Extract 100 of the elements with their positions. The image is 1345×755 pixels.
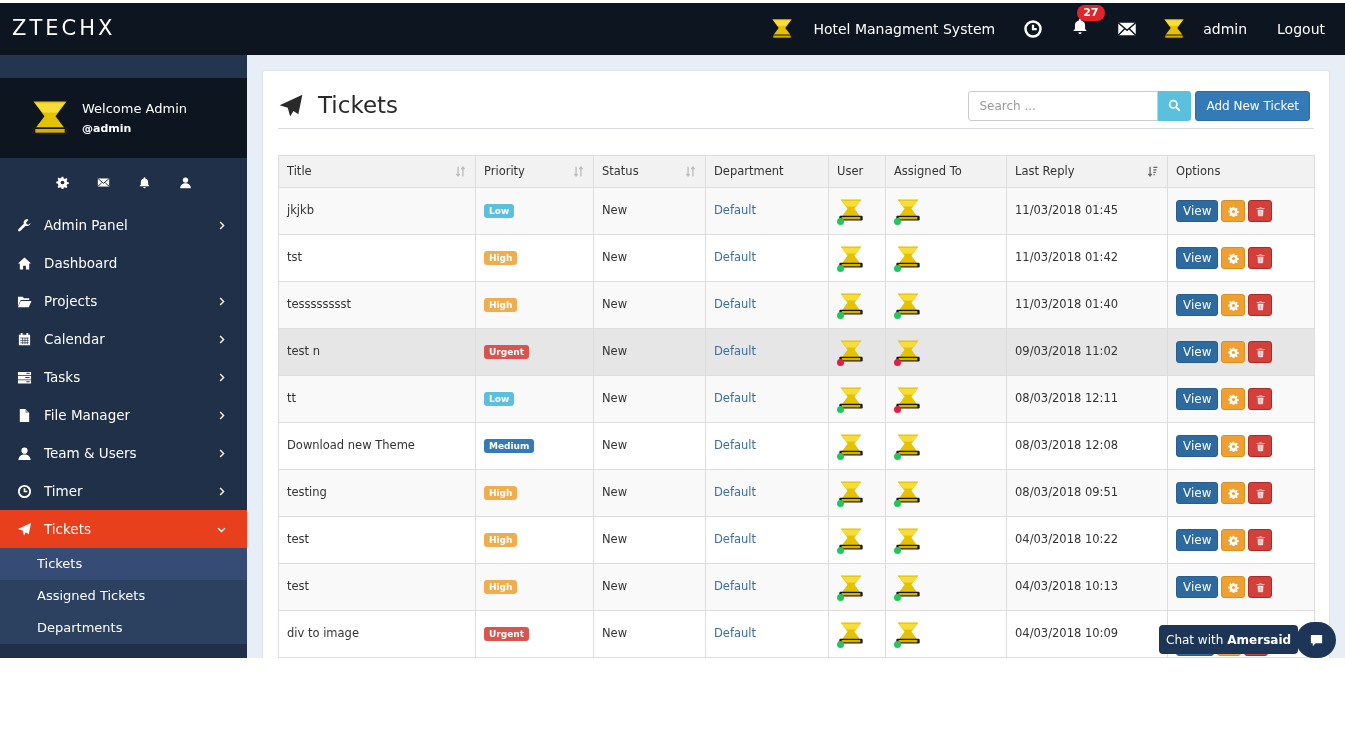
- priority-tag: High: [484, 486, 518, 501]
- welcome-text: Welcome Admin: [82, 99, 188, 118]
- table-cell: New: [602, 203, 628, 218]
- submenu-item[interactable]: Departments: [0, 612, 247, 644]
- settings-button[interactable]: [1221, 200, 1246, 222]
- settings-button[interactable]: [1221, 388, 1246, 410]
- chat-toast[interactable]: Chat with Amersaid: [1159, 625, 1299, 654]
- table-cell: tst: [287, 250, 302, 265]
- nav-item[interactable]: File Manager: [0, 396, 247, 434]
- trash-icon: [1255, 393, 1266, 405]
- nav-item[interactable]: Projects: [0, 282, 247, 320]
- department-link[interactable]: Default: [714, 391, 757, 406]
- table-cell: New: [602, 579, 628, 594]
- view-button[interactable]: View: [1176, 341, 1219, 363]
- logo-icon: [1161, 16, 1188, 42]
- bell-icon[interactable]: [137, 175, 151, 189]
- settings-button[interactable]: [1221, 482, 1246, 504]
- department-link[interactable]: Default: [714, 203, 757, 218]
- trash-icon: [1255, 205, 1266, 217]
- clock-icon[interactable]: [1023, 19, 1044, 39]
- table-cell: tesssssssst: [287, 297, 352, 312]
- table-cell: New: [602, 391, 628, 406]
- table-cell: Download new Theme: [287, 438, 415, 453]
- gear-icon: [1228, 534, 1239, 546]
- settings-icon[interactable]: [55, 175, 69, 189]
- logout-link[interactable]: Logout: [1277, 18, 1325, 40]
- column-header: User: [837, 162, 865, 180]
- department-link[interactable]: Default: [714, 579, 757, 594]
- department-link[interactable]: Default: [714, 344, 757, 359]
- department-link[interactable]: Default: [714, 438, 757, 453]
- delete-button[interactable]: [1248, 482, 1273, 504]
- delete-button[interactable]: [1248, 576, 1273, 598]
- view-button[interactable]: View: [1176, 529, 1219, 551]
- priority-tag: High: [484, 251, 518, 266]
- table-cell: 11/03/2018 01:42: [1015, 250, 1119, 265]
- delete-button[interactable]: [1248, 435, 1273, 457]
- view-button[interactable]: View: [1176, 294, 1219, 316]
- view-button[interactable]: View: [1176, 576, 1219, 598]
- view-button[interactable]: View: [1176, 482, 1219, 504]
- priority-tag: High: [484, 580, 518, 595]
- delete-button[interactable]: [1248, 200, 1273, 222]
- sort-descending-icon: [1146, 165, 1159, 178]
- department-link[interactable]: Default: [714, 485, 757, 500]
- view-button[interactable]: View: [1176, 200, 1219, 222]
- gear-icon: [1228, 393, 1239, 405]
- table-cell: 11/03/2018 01:40: [1015, 297, 1119, 312]
- notification-badge: 27: [1077, 4, 1105, 21]
- department-link[interactable]: Default: [714, 532, 757, 547]
- nav-item[interactable]: Timer: [0, 472, 247, 510]
- add-ticket-button[interactable]: Add New Ticket: [1195, 90, 1310, 121]
- user-icon[interactable]: [178, 175, 192, 189]
- table-cell: test: [287, 532, 310, 547]
- table-cell: New: [602, 532, 628, 547]
- paper-plane-icon: [278, 92, 304, 119]
- nav-item[interactable]: Tickets: [0, 510, 247, 548]
- table-cell: testing: [287, 485, 327, 500]
- nav-item[interactable]: Dashboard: [0, 244, 247, 282]
- paper-plane-icon: [17, 521, 32, 537]
- department-link[interactable]: Default: [714, 626, 757, 641]
- delete-button[interactable]: [1248, 341, 1273, 363]
- delete-button[interactable]: [1248, 529, 1273, 551]
- department-link[interactable]: Default: [714, 250, 757, 265]
- table-cell: New: [602, 626, 628, 641]
- priority-tag: High: [484, 533, 518, 548]
- table-cell: New: [602, 485, 628, 500]
- nav-item[interactable]: Team & Users: [0, 434, 247, 472]
- submenu-item[interactable]: Tickets: [0, 548, 247, 580]
- clock-icon: [17, 483, 32, 499]
- table-cell: 08/03/2018 09:51: [1015, 485, 1119, 500]
- username[interactable]: admin: [1203, 18, 1248, 40]
- settings-button[interactable]: [1221, 294, 1246, 316]
- list-icon: [17, 369, 32, 385]
- priority-tag: High: [484, 298, 518, 313]
- nav-item[interactable]: Tasks: [0, 358, 247, 396]
- table-cell: 04/03/2018 10:13: [1015, 579, 1119, 594]
- nav-item[interactable]: Admin Panel: [0, 206, 247, 244]
- wrench-icon: [17, 217, 32, 233]
- gear-icon: [1228, 487, 1239, 499]
- trash-icon: [1255, 346, 1266, 358]
- brand-logo[interactable]: ZTECHX: [0, 13, 116, 45]
- settings-button[interactable]: [1221, 576, 1246, 598]
- department-link[interactable]: Default: [714, 297, 757, 312]
- mail-icon[interactable]: [96, 175, 110, 189]
- view-button[interactable]: View: [1176, 435, 1219, 457]
- table-cell: test: [287, 579, 310, 594]
- nav-item[interactable]: Calendar: [0, 320, 247, 358]
- view-button[interactable]: View: [1176, 388, 1219, 410]
- settings-button[interactable]: [1221, 341, 1246, 363]
- trash-icon: [1255, 252, 1266, 264]
- user-handle: @admin: [82, 121, 133, 137]
- delete-button[interactable]: [1248, 294, 1273, 316]
- table-cell: New: [602, 344, 628, 359]
- submenu-item[interactable]: Assigned Tickets: [0, 580, 247, 612]
- search-field[interactable]: Search ...: [968, 90, 1159, 121]
- delete-button[interactable]: [1248, 388, 1273, 410]
- priority-tag: Urgent: [484, 345, 529, 360]
- view-button[interactable]: View: [1176, 247, 1219, 269]
- user-icon: [17, 445, 32, 461]
- system-name: Hotel Managment System: [813, 19, 996, 39]
- delete-button[interactable]: [1248, 247, 1273, 269]
